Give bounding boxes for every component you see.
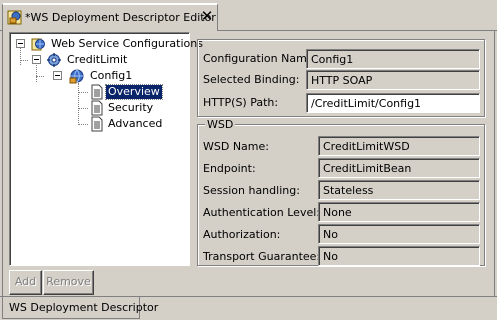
- tree-item-label: Web Service Configurations: [51, 37, 203, 50]
- close-icon[interactable]: ✕: [199, 8, 215, 24]
- editor-tab[interactable]: *WS Deployment Descriptor Editor ✕: [2, 3, 218, 31]
- endpoint-field: CreditLimitBean: [318, 158, 480, 178]
- page-tab-label: WS Deployment Descriptor: [9, 301, 159, 314]
- ws-editor-icon: [7, 9, 23, 25]
- tree-item-advanced[interactable]: Advanced: [10, 116, 190, 132]
- authorization-label: Authorization:: [203, 228, 281, 241]
- gear-service-icon: [46, 52, 62, 68]
- wsd-name-label: WSD Name:: [203, 140, 269, 153]
- web-service-configurations-icon: [30, 36, 46, 52]
- configuration-name-field: Config1: [306, 49, 480, 69]
- wsd-group-legend: WSD: [205, 118, 236, 131]
- document-page-icon: [89, 84, 105, 100]
- http-path-input[interactable]: /CreditLimit/Config1: [306, 93, 480, 113]
- collapse-toggle[interactable]: [16, 39, 25, 48]
- tree-item-label: Config1: [90, 69, 133, 82]
- tree-item-overview[interactable]: Overview: [10, 84, 190, 100]
- config-globe-icon: [69, 68, 85, 84]
- tree-item-label: Advanced: [108, 117, 163, 130]
- document-page-icon: [89, 116, 105, 132]
- tree-item-label: CreditLimit: [67, 53, 128, 66]
- tree-item-config[interactable]: Config1: [10, 68, 190, 84]
- tree-item-root[interactable]: Web Service Configurations: [10, 36, 203, 52]
- tree-item-service[interactable]: CreditLimit: [10, 52, 190, 68]
- authorization-field: No: [318, 224, 480, 244]
- wsd-name-field: CreditLimitWSD: [318, 136, 480, 156]
- editor-tab-title: *WS Deployment Descriptor Editor: [25, 11, 216, 24]
- selected-binding-label: Selected Binding:: [203, 73, 300, 86]
- collapse-toggle[interactable]: [53, 71, 62, 80]
- selected-binding-field: HTTP SOAP: [306, 70, 480, 90]
- session-handling-field: Stateless: [318, 180, 480, 200]
- transport-guarantee-field: No: [318, 246, 480, 266]
- transport-guarantee-label: Transport Guarantee:: [203, 250, 321, 263]
- remove-button[interactable]: Remove: [43, 270, 94, 295]
- tree-item-label: Overview: [105, 84, 163, 100]
- document-page-icon: [89, 100, 105, 116]
- http-path-label: HTTP(S) Path:: [203, 96, 279, 109]
- add-button[interactable]: Add: [9, 270, 42, 295]
- tree-item-label: Security: [108, 101, 154, 114]
- tree-item-security[interactable]: Security: [10, 100, 190, 116]
- authentication-level-field: None: [318, 202, 480, 222]
- configuration-name-label: Configuration Name:: [203, 52, 318, 65]
- authentication-level-label: Authentication Level:: [203, 206, 320, 219]
- collapse-toggle[interactable]: [32, 55, 41, 64]
- configuration-tree[interactable]: Web Service Configurations CreditLimit C…: [9, 32, 203, 266]
- tab-ws-deployment-descriptor[interactable]: WS Deployment Descriptor: [2, 297, 158, 319]
- session-handling-label: Session handling:: [203, 184, 300, 197]
- endpoint-label: Endpoint:: [203, 162, 256, 175]
